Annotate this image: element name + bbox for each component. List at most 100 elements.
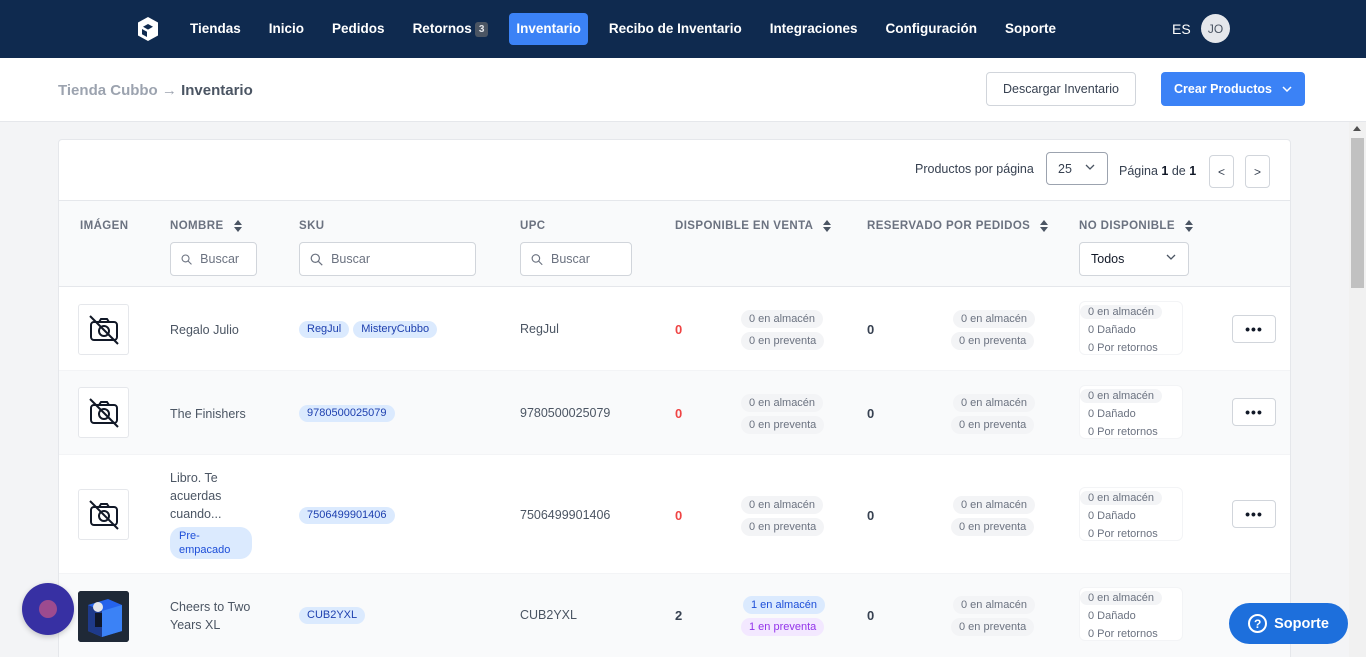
nav-item-recibo-de-inventario[interactable]: Recibo de Inventario bbox=[602, 13, 749, 45]
nav-item-label: Soporte bbox=[1004, 21, 1056, 36]
unavailable-returns: 0 Por retornos bbox=[1088, 628, 1158, 640]
nav-items: Tiendas Inicio Pedidos Retornos 3 Inventa… bbox=[183, 13, 1077, 45]
nav-item-label: Configuración bbox=[885, 21, 977, 36]
unavailable-returns: 0 Por retornos bbox=[1088, 528, 1158, 540]
upc-search-field[interactable] bbox=[520, 242, 632, 276]
breadcrumb: Tienda Cubbo → Inventario bbox=[58, 82, 253, 99]
column-header-image: IMÁGEN bbox=[80, 220, 128, 232]
page-prefix: Página bbox=[1119, 164, 1158, 178]
column-header-name[interactable]: NOMBRE bbox=[170, 220, 242, 232]
unavailable-breakdown: 0 en almacén 0 Dañado 0 Por retornos bbox=[1079, 385, 1183, 439]
per-page-select[interactable]: 25 bbox=[1046, 152, 1108, 185]
breadcrumb-store[interactable]: Tienda Cubbo bbox=[58, 82, 158, 99]
available-stock-pill: 0 en almacén bbox=[741, 394, 824, 412]
reserved-presale-pill: 0 en preventa bbox=[951, 618, 1035, 636]
per-page-label: Productos por página bbox=[915, 162, 1034, 176]
available-total: 0 bbox=[675, 322, 683, 337]
product-name[interactable]: Libro. Te acuerdas cuando... bbox=[170, 469, 252, 523]
nav-item-retornos[interactable]: Retornos 3 bbox=[406, 13, 496, 45]
available-total: 2 bbox=[675, 608, 683, 623]
unavailable-stock: 0 en almacén bbox=[1080, 591, 1163, 605]
chevron-down-icon bbox=[1282, 86, 1292, 92]
language-selector[interactable]: ES bbox=[1172, 21, 1191, 37]
page-total: 1 bbox=[1189, 164, 1197, 178]
unavailable-filter-select[interactable]: Todos bbox=[1079, 242, 1189, 276]
sku-tags: 9780500025079 bbox=[299, 405, 395, 422]
search-icon bbox=[531, 253, 543, 265]
row-actions-button[interactable]: ••• bbox=[1232, 315, 1276, 343]
product-name[interactable]: The Finishers bbox=[170, 405, 260, 423]
unavailable-filter-value: Todos bbox=[1091, 252, 1125, 266]
upc-search-input[interactable] bbox=[551, 252, 631, 266]
support-button[interactable]: ? Soporte bbox=[1229, 603, 1348, 644]
top-navbar: Tiendas Inicio Pedidos Retornos 3 Inventa… bbox=[0, 0, 1366, 58]
row-actions-button[interactable]: ••• bbox=[1232, 398, 1276, 426]
column-header-reserved[interactable]: RESERVADO POR PEDIDOS bbox=[867, 220, 1049, 232]
column-header-label: RESERVADO POR PEDIDOS bbox=[867, 220, 1031, 232]
prev-page-button[interactable]: < bbox=[1209, 155, 1234, 188]
reserved-total: 0 bbox=[867, 322, 875, 337]
create-products-label: Crear Productos bbox=[1174, 82, 1272, 96]
table-row[interactable]: Libro. Te acuerdas cuando... Pre-empacad… bbox=[59, 455, 1290, 574]
sort-icon[interactable] bbox=[233, 220, 242, 232]
product-image bbox=[78, 591, 129, 642]
unavailable-damaged: 0 Dañado bbox=[1088, 510, 1136, 522]
no-image-camera-icon bbox=[88, 314, 119, 345]
name-search-input[interactable] bbox=[200, 252, 256, 266]
upc-value: RegJul bbox=[520, 322, 559, 336]
page-indicator: Página 1 de 1 bbox=[1119, 164, 1196, 178]
cubbo-logo-icon[interactable] bbox=[136, 16, 160, 42]
nav-item-inicio[interactable]: Inicio bbox=[262, 13, 311, 45]
sku-search-field[interactable] bbox=[299, 242, 476, 276]
nav-item-integraciones[interactable]: Integraciones bbox=[763, 13, 865, 45]
column-header-unavailable[interactable]: NO DISPONIBLE bbox=[1079, 220, 1193, 232]
nav-item-configuracion[interactable]: Configuración bbox=[878, 13, 984, 45]
chevron-down-icon bbox=[1085, 164, 1095, 170]
available-presale-pill: 1 en preventa bbox=[741, 618, 825, 636]
nav-item-tiendas[interactable]: Tiendas bbox=[183, 13, 248, 45]
product-name[interactable]: Cheers to Two Years XL bbox=[170, 598, 256, 634]
reserved-stock-pill: 0 en almacén bbox=[953, 596, 1036, 614]
chat-widget-button[interactable] bbox=[22, 583, 74, 635]
sku-tags: RegJul MisteryCubbo bbox=[299, 321, 438, 338]
column-header-label: IMÁGEN bbox=[80, 220, 129, 232]
name-search-field[interactable] bbox=[170, 242, 257, 276]
nav-item-label: Integraciones bbox=[769, 21, 858, 36]
column-header-label: DISPONIBLE EN VENTA bbox=[675, 220, 814, 232]
reserved-stock-pill: 0 en almacén bbox=[953, 310, 1036, 328]
sku-tags: CUB2YXL bbox=[299, 607, 366, 624]
nav-item-inventario[interactable]: Inventario bbox=[509, 13, 588, 45]
unavailable-returns: 0 Por retornos bbox=[1088, 342, 1158, 354]
available-presale-pill: 0 en preventa bbox=[741, 518, 825, 536]
product-photo-icon bbox=[78, 591, 129, 642]
reserved-presale-pill: 0 en preventa bbox=[951, 518, 1035, 536]
user-avatar[interactable]: JO bbox=[1201, 14, 1230, 43]
table-row[interactable]: Regalo Julio RegJul MisteryCubbo RegJul … bbox=[59, 288, 1290, 371]
sort-icon[interactable] bbox=[1184, 220, 1193, 232]
next-page-button[interactable]: > bbox=[1245, 155, 1270, 188]
sku-search-input[interactable] bbox=[331, 252, 475, 266]
available-presale-pill: 0 en preventa bbox=[741, 416, 825, 434]
inventory-card: Productos por página 25 Página 1 de 1 < … bbox=[58, 139, 1291, 657]
pre-packed-tag: Pre-empacado bbox=[170, 527, 252, 559]
column-header-available[interactable]: DISPONIBLE EN VENTA bbox=[675, 220, 832, 232]
product-name[interactable]: Regalo Julio bbox=[170, 321, 260, 339]
available-total: 0 bbox=[675, 508, 683, 523]
download-inventory-button[interactable]: Descargar Inventario bbox=[986, 72, 1136, 106]
nav-item-label: Pedidos bbox=[332, 21, 385, 36]
nav-item-pedidos[interactable]: Pedidos bbox=[325, 13, 392, 45]
scroll-up-arrow-icon[interactable] bbox=[1353, 126, 1361, 131]
create-products-button[interactable]: Crear Productos bbox=[1161, 72, 1305, 106]
table-header: IMÁGEN NOMBRE SKU UPC DISPONIBLE EN VENT… bbox=[59, 201, 1290, 287]
unavailable-breakdown: 0 en almacén 0 Dañado 0 Por retornos bbox=[1079, 301, 1183, 355]
sort-icon[interactable] bbox=[1040, 220, 1049, 232]
scrollbar-thumb[interactable] bbox=[1351, 138, 1364, 288]
table-row[interactable]: The Finishers 9780500025079 978050002507… bbox=[59, 371, 1290, 455]
row-actions-button[interactable]: ••• bbox=[1232, 500, 1276, 528]
available-stock-pill: 0 en almacén bbox=[741, 310, 824, 328]
table-row[interactable]: Cheers to Two Years XL CUB2YXL CUB2YXL 2… bbox=[59, 574, 1290, 657]
nav-item-soporte[interactable]: Soporte bbox=[998, 13, 1063, 45]
no-image-camera-icon bbox=[88, 397, 119, 428]
sort-icon[interactable] bbox=[823, 220, 832, 232]
sku-tags: 7506499901406 bbox=[299, 507, 395, 524]
